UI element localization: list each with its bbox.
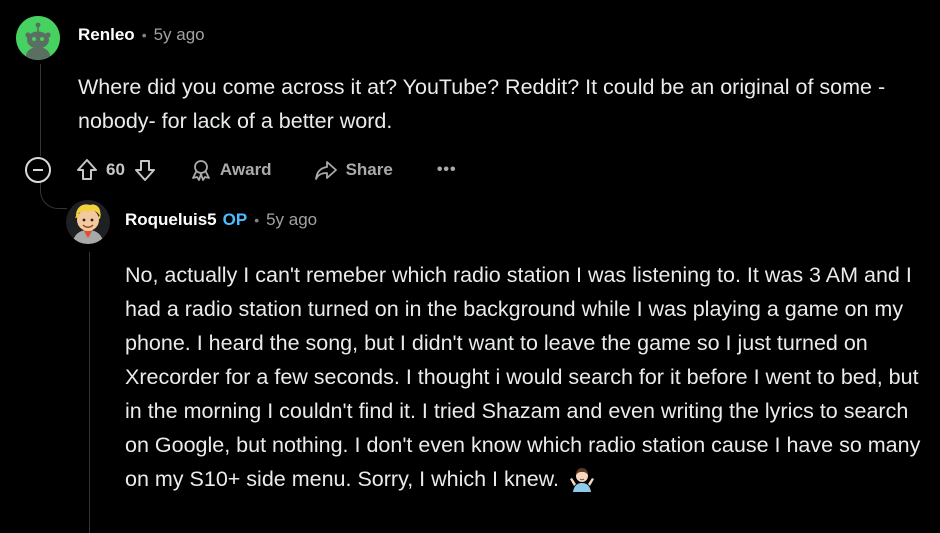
comment-time[interactable]: 5y ago xyxy=(154,25,205,45)
comment-body: Where did you come across it at? YouTube… xyxy=(78,70,918,138)
more-options-button[interactable]: ••• xyxy=(437,161,457,179)
reply-avatar[interactable] xyxy=(66,200,110,244)
snoo-avatar-icon xyxy=(16,16,60,60)
reply-body: No, actually I can't remeber which radio… xyxy=(125,258,925,496)
share-icon xyxy=(314,161,337,180)
person-shrugging-emoji-icon xyxy=(569,468,594,492)
award-button[interactable]: Award xyxy=(190,159,272,181)
award-icon xyxy=(192,160,210,181)
reply-thread-line[interactable] xyxy=(89,252,90,533)
downvote-icon[interactable] xyxy=(134,158,156,182)
thread-line[interactable] xyxy=(40,64,41,156)
ellipsis-icon: ••• xyxy=(436,161,457,178)
avatar[interactable] xyxy=(16,16,60,60)
reply-text: No, actually I can't remeber which radio… xyxy=(125,263,921,491)
share-label: Share xyxy=(345,160,393,179)
share-button[interactable]: Share xyxy=(314,159,393,181)
author-name[interactable]: Roqueluis5 xyxy=(125,210,217,230)
separator-dot: • xyxy=(141,27,147,43)
reply-paragraph: No, actually I can't remeber which radio… xyxy=(125,258,925,496)
minus-icon xyxy=(33,169,43,171)
separator-dot: • xyxy=(254,212,260,228)
author-name[interactable]: Renleo xyxy=(78,25,135,45)
comment-text: Where did you come across it at? YouTube… xyxy=(78,75,886,133)
comment-action-bar: 60 Award Share ••• xyxy=(25,153,457,187)
reply-time[interactable]: 5y ago xyxy=(266,210,317,230)
award-label: Award xyxy=(219,160,272,179)
vote-score: 60 xyxy=(106,160,125,179)
collapse-thread-button[interactable] xyxy=(25,157,51,183)
comment-thread: Renleo • 5y ago Where did you come acros… xyxy=(0,0,940,533)
upvote-icon[interactable] xyxy=(76,158,98,182)
comment-header: Renleo • 5y ago xyxy=(78,25,205,45)
vote-group: 60 xyxy=(76,158,156,182)
cartoon-avatar-icon xyxy=(66,200,110,244)
op-badge: OP xyxy=(222,210,248,229)
reply-header: Roqueluis5 OP • 5y ago xyxy=(125,210,317,230)
